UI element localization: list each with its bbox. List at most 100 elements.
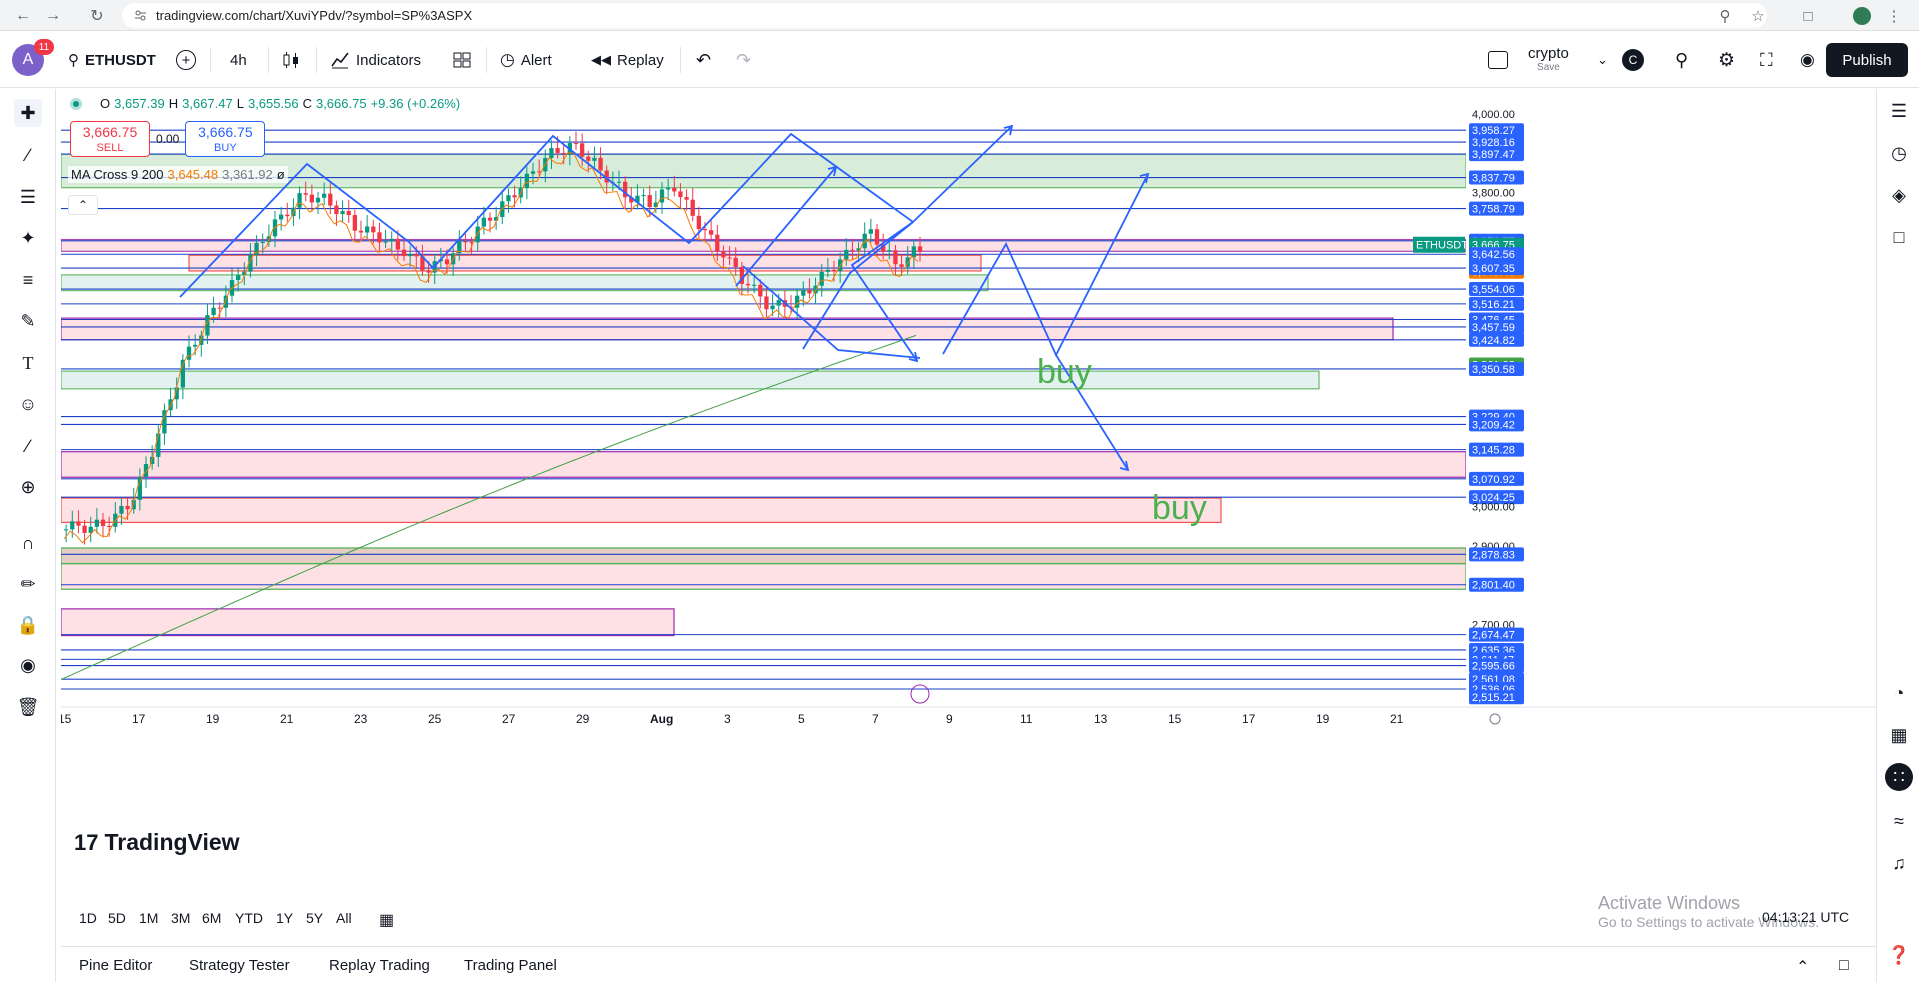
market-status-dot[interactable]	[70, 97, 82, 110]
calendar-icon[interactable]: ▦	[1885, 721, 1913, 749]
symbol-search[interactable]: ⚲ ETHUSDT	[68, 43, 156, 77]
ma-cross-legend[interactable]: MA Cross 9 200 3,645.48 3,361.92 ø	[68, 166, 288, 183]
candle-body	[887, 250, 892, 252]
back-icon[interactable]: ←	[10, 3, 36, 29]
chart-canvas[interactable]: buybuy4,093.664,000.003,958.273,928.163,…	[61, 89, 1876, 899]
layout-toggle-button[interactable]	[1488, 43, 1508, 77]
range-6m[interactable]: 6M	[202, 910, 221, 926]
zoom-icon[interactable]: ⚲	[1713, 4, 1737, 28]
site-info-icon[interactable]	[134, 9, 147, 22]
fib-icon[interactable]: ≡	[14, 266, 42, 294]
layers-icon[interactable]: ◈	[1885, 181, 1913, 209]
change-value: +9.36 (+0.26%)	[370, 96, 461, 111]
zoom-in-icon[interactable]: ⊕	[14, 473, 42, 501]
toolbar-divider	[210, 47, 211, 73]
tab-trading-panel[interactable]: Trading Panel	[464, 957, 557, 974]
tab-strategy-tester[interactable]: Strategy Tester	[189, 957, 290, 974]
compare-add-button[interactable]: +	[176, 43, 196, 77]
broadcast-icon[interactable]: ≈	[1885, 807, 1913, 835]
candle-body	[672, 187, 677, 192]
candle-body	[236, 275, 241, 281]
candles-icon	[283, 52, 298, 68]
forward-icon[interactable]: →	[40, 3, 66, 29]
candle-body	[285, 214, 290, 217]
candle-body	[911, 246, 917, 258]
maximize-panel-icon[interactable]: □	[1839, 957, 1849, 975]
candle-body	[598, 157, 603, 171]
tab-pine-editor[interactable]: Pine Editor	[79, 957, 152, 974]
time-axis-label: 11	[1020, 712, 1033, 726]
chart-type-button[interactable]	[281, 43, 301, 77]
time-axis-label: 27	[502, 712, 516, 726]
collapse-panel-icon[interactable]: ⌃	[1796, 957, 1809, 977]
interval-button[interactable]: 4h	[230, 43, 247, 77]
candle-body	[383, 241, 388, 243]
quick-search-button[interactable]: ⚲	[1675, 43, 1688, 77]
alert-button[interactable]: ◷ Alert	[500, 43, 552, 77]
ruler-icon[interactable]: ∕	[14, 432, 42, 460]
brush-icon[interactable]: ✎	[14, 307, 42, 335]
templates-button[interactable]	[452, 43, 472, 77]
sell-button[interactable]: 3,666.75 SELL	[70, 121, 150, 157]
range-5y[interactable]: 5Y	[306, 910, 323, 926]
trend-line-icon[interactable]: ∕	[14, 141, 42, 169]
fullscreen-button[interactable]: ⛶	[1760, 43, 1773, 77]
replay-button[interactable]: ◀◀ Replay	[591, 43, 664, 77]
browser-menu-icon[interactable]: ⋮	[1882, 4, 1906, 28]
bell-icon[interactable]: ♫	[1885, 849, 1913, 877]
currency-button[interactable]: C	[1622, 43, 1644, 77]
speedometer-icon[interactable]: ◔	[1885, 679, 1913, 707]
candle-body	[819, 271, 824, 286]
goto-date-calendar-icon[interactable]: ▦	[379, 910, 394, 930]
tab-replay-trading[interactable]: Replay Trading	[329, 957, 430, 974]
layout-name[interactable]: crypto Save	[1528, 45, 1569, 73]
tradingview-logo[interactable]: 17 TradingView	[74, 829, 240, 856]
settings-button[interactable]: ⚙	[1718, 43, 1735, 77]
profile-icon[interactable]	[1850, 4, 1874, 28]
eye-icon[interactable]: ◉	[14, 651, 42, 679]
range-all[interactable]: All	[336, 910, 352, 926]
help-icon[interactable]: ❓	[1885, 941, 1913, 969]
magnet-icon[interactable]: ∩	[14, 529, 42, 557]
trash-icon[interactable]: 🗑	[14, 693, 42, 721]
reload-icon[interactable]: ↻	[84, 3, 110, 29]
range-3m[interactable]: 3M	[171, 910, 190, 926]
candle-body	[100, 519, 106, 527]
extensions-icon[interactable]: □	[1796, 4, 1820, 28]
alerts-clock-icon[interactable]: ◷	[1885, 139, 1913, 167]
apps-grid-icon[interactable]: ∷	[1885, 763, 1913, 791]
price-axis-label: 3,145.28	[1472, 445, 1515, 457]
pattern-icon[interactable]: ✦	[14, 224, 42, 252]
range-1m[interactable]: 1M	[139, 910, 158, 926]
bookmark-star-icon[interactable]: ☆	[1746, 4, 1770, 28]
drawing-toolbar: ✚ ∕ ☰ ✦ ≡ ✎ T ☺ ∕ ⊕ ∩ ✏ 🔒 ◉ 🗑	[0, 89, 56, 982]
indicators-button[interactable]: Indicators	[330, 43, 421, 77]
publish-button[interactable]: Publish	[1826, 43, 1908, 77]
range-1y[interactable]: 1Y	[276, 910, 293, 926]
chat-icon[interactable]: □	[1885, 223, 1913, 251]
text-icon[interactable]: T	[14, 349, 42, 377]
watchlist-icon[interactable]: ☰	[1885, 97, 1913, 125]
pencil-lock-icon[interactable]: ✏	[14, 570, 42, 598]
candle-body	[481, 217, 487, 227]
price-axis-label: 3,897.47	[1472, 149, 1515, 161]
candle-body	[678, 191, 683, 198]
layout-menu-button[interactable]: ⌄	[1597, 43, 1608, 77]
utc-clock[interactable]: 04:13:21 UTC	[1762, 909, 1849, 925]
lock-icon[interactable]: 🔒	[14, 611, 42, 639]
redo-button[interactable]: ↷	[736, 43, 751, 77]
emoji-icon[interactable]: ☺	[14, 390, 42, 418]
address-bar[interactable]: tradingview.com/chart/XuviYPdv/?symbol=S…	[122, 3, 1767, 28]
range-1d[interactable]: 1D	[79, 910, 97, 926]
crosshair-icon[interactable]: ✚	[14, 99, 42, 127]
range-ytd[interactable]: YTD	[235, 910, 263, 926]
tv-logo-mark: 17	[74, 829, 99, 855]
snapshot-button[interactable]: ◉	[1800, 43, 1815, 77]
legend-collapse-button[interactable]: ⌃	[68, 195, 98, 215]
buy-button[interactable]: 3,666.75 BUY	[185, 121, 266, 157]
horizontal-lines-icon[interactable]: ☰	[14, 183, 42, 211]
time-axis-label: 17	[132, 712, 146, 726]
candle-body	[580, 143, 585, 157]
range-5d[interactable]: 5D	[108, 910, 126, 926]
undo-button[interactable]: ↶	[696, 43, 711, 77]
